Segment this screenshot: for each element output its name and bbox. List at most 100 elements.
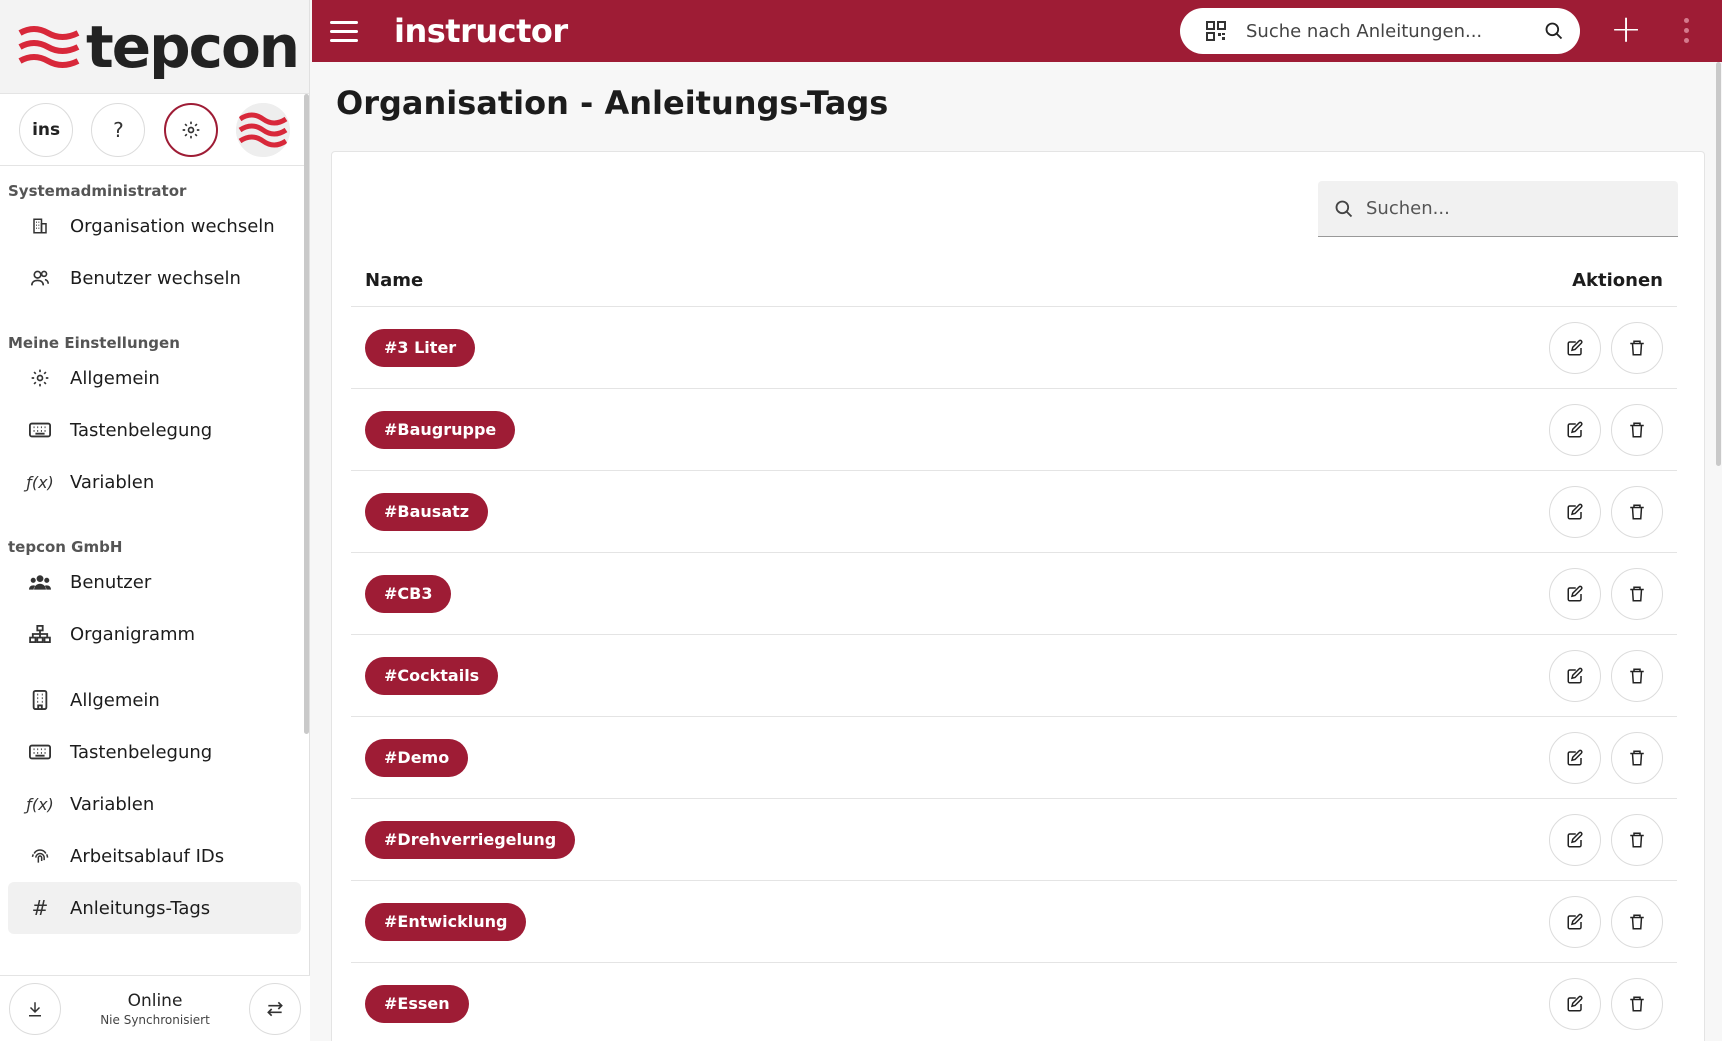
sidebar-item-benutzer-wechseln[interactable]: Benutzer wechseln [8,252,301,304]
instructor-app-button[interactable]: ins [19,102,74,157]
sidebar-item-arbeitsablauf-ids[interactable]: Arbeitsablauf IDs [8,830,301,882]
tepcon-logo[interactable]: tepcon [0,0,309,94]
qr-code-icon[interactable] [1206,21,1226,41]
sidebar-item-label: Tastenbelegung [70,741,213,763]
edit-button[interactable] [1549,403,1601,456]
sidebar-item-anleitungs-tags[interactable]: # Anleitungs-Tags [8,882,301,934]
column-header-actions: Aktionen [1572,270,1663,291]
sidebar-item-label: Variablen [70,793,155,815]
edit-button[interactable] [1549,321,1601,374]
edit-icon [1567,339,1583,355]
tag-chip[interactable]: #Cocktails [365,656,499,695]
table-row: #Essen [351,963,1677,1041]
delete-button[interactable] [1611,895,1663,948]
online-status: Online [127,990,183,1011]
column-header-name[interactable]: Name [365,270,423,291]
section-title-tepcon-gmbh: tepcon GmbH [8,538,123,556]
users-icon [28,269,52,287]
instructor-logo[interactable]: instructor [394,12,568,50]
sidebar-item-tastenbelegung-personal[interactable]: Tastenbelegung [8,404,301,456]
trash-icon [1630,996,1644,1011]
edit-icon [1567,831,1583,847]
delete-button[interactable] [1611,977,1663,1030]
global-search [1180,8,1580,54]
group-icon [28,573,52,591]
keyboard-icon [28,744,52,760]
table-search-input[interactable] [1366,198,1678,219]
table-row: #CB3 [351,553,1677,635]
edit-button[interactable] [1549,649,1601,702]
download-button[interactable] [9,982,61,1035]
edit-button[interactable] [1549,485,1601,538]
sync-button[interactable] [249,982,301,1035]
trash-icon [1630,504,1644,519]
table-row: #Cocktails [351,635,1677,717]
delete-button[interactable] [1611,321,1663,374]
sidebar-item-label: Organigramm [70,623,196,645]
tags-card: Name Aktionen #3 Liter #Baugruppe #Bausa… [331,151,1705,1041]
gear-icon [182,121,199,138]
sidebar-item-variablen-org[interactable]: ƒ(x) Variablen [8,778,301,830]
delete-button[interactable] [1611,403,1663,456]
sidebar-item-label: Arbeitsablauf IDs [70,845,225,867]
logo-text: tepcon [86,12,300,81]
sidebar-item-organigramm[interactable]: Organigramm [8,608,301,660]
sidebar-item-label: Organisation wechseln [70,215,275,237]
trash-icon [1630,586,1644,601]
table-row: #3 Liter [351,307,1677,389]
sidebar-item-label: Benutzer [70,571,152,593]
help-button[interactable]: ? [91,102,146,157]
org-chart-icon [28,625,52,643]
edit-icon [1567,913,1583,929]
delete-button[interactable] [1611,649,1663,702]
sidebar-item-allgemein-personal[interactable]: Allgemein [8,352,301,404]
function-icon: ƒ(x) [26,472,54,492]
sidebar-item-benutzer[interactable]: Benutzer [8,556,301,608]
edit-button[interactable] [1549,977,1601,1030]
edit-icon [1567,667,1583,683]
building-icon [28,217,52,235]
edit-button[interactable] [1549,731,1601,784]
main-scrollbar[interactable] [1716,62,1721,466]
function-icon: ƒ(x) [26,794,54,814]
trash-icon [1630,668,1644,683]
organization-avatar[interactable] [235,102,290,157]
tag-chip[interactable]: #3 Liter [365,328,476,367]
edit-icon [1567,995,1583,1011]
sidebar-scrollbar[interactable] [304,94,309,734]
delete-button[interactable] [1611,485,1663,538]
delete-button[interactable] [1611,813,1663,866]
trash-icon [1630,422,1644,437]
swap-arrows-icon [267,1001,283,1016]
edit-button[interactable] [1549,813,1601,866]
trash-icon [1630,832,1644,847]
tag-chip[interactable]: #Entwicklung [365,902,527,941]
download-icon [29,1001,41,1016]
add-icon[interactable]: + [1608,10,1644,48]
more-options-icon[interactable] [1684,18,1689,43]
menu-icon[interactable] [330,20,358,42]
edit-button[interactable] [1549,895,1601,948]
sidebar-footer: Online Nie Synchronisiert [0,975,310,1041]
sidebar-item-allgemein-org[interactable]: Allgemein [8,674,301,726]
delete-button[interactable] [1611,731,1663,784]
tag-chip[interactable]: #CB3 [365,574,452,613]
sidebar-item-organisation-wechseln[interactable]: Organisation wechseln [8,200,301,252]
table-body: #3 Liter #Baugruppe #Bausatz #CB3 #Cockt… [351,307,1677,1041]
edit-button[interactable] [1549,567,1601,620]
sync-status: Online Nie Synchronisiert [100,991,210,1027]
tag-chip[interactable]: #Baugruppe [365,410,516,449]
sidebar-item-variablen-personal[interactable]: ƒ(x) Variablen [8,456,301,508]
edit-icon [1567,585,1583,601]
tag-chip[interactable]: #Drehverriegelung [365,820,576,859]
global-search-input[interactable] [1246,20,1544,42]
tepcon-avatar-icon [235,102,290,157]
sidebar-item-tastenbelegung-org[interactable]: Tastenbelegung [8,726,301,778]
tag-chip[interactable]: #Essen [365,984,469,1023]
tag-chip[interactable]: #Bausatz [365,492,489,531]
tag-chip[interactable]: #Demo [365,738,469,777]
settings-button[interactable] [163,102,218,157]
delete-button[interactable] [1611,567,1663,620]
top-bar: instructor + [312,0,1722,62]
search-icon[interactable] [1544,21,1564,41]
